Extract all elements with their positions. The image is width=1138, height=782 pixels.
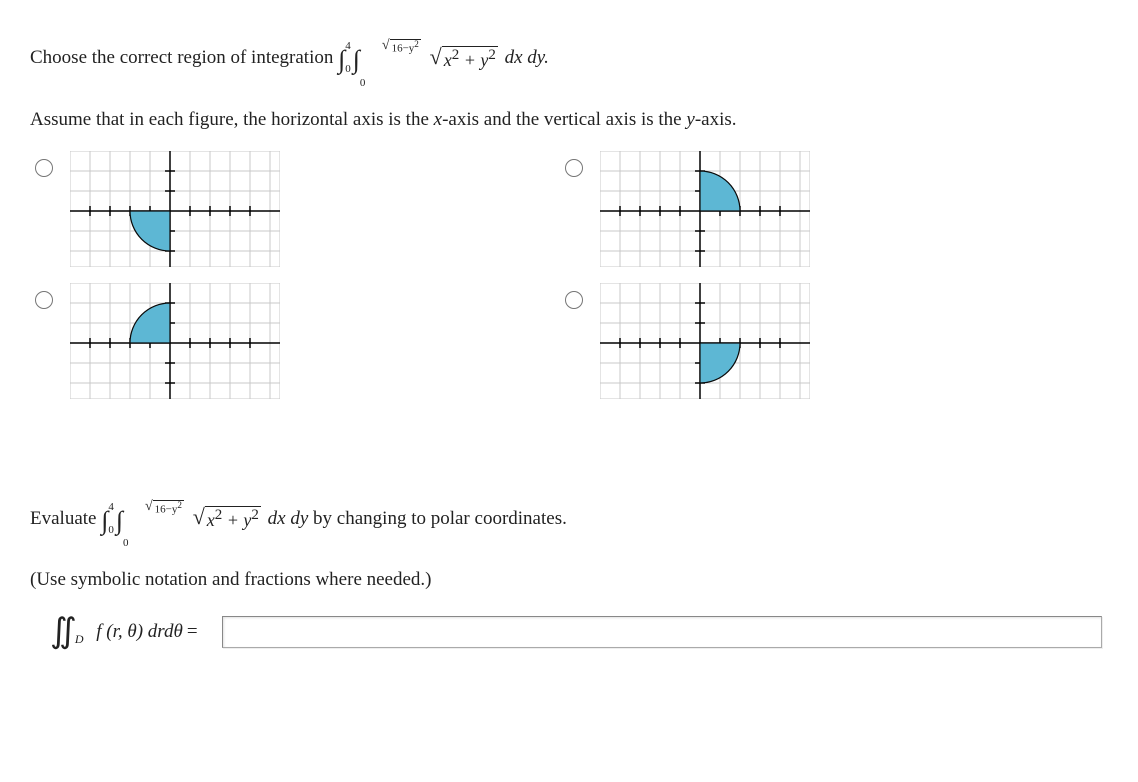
choice-D bbox=[560, 283, 1030, 399]
choices-grid bbox=[30, 151, 1030, 399]
radio-B[interactable] bbox=[565, 159, 583, 177]
region-shape bbox=[700, 343, 740, 383]
answer-input[interactable] bbox=[222, 616, 1102, 648]
radio-C[interactable] bbox=[35, 291, 53, 309]
choice-C bbox=[30, 283, 500, 399]
q2-integral: ∫ 40 ∫ √16−y2 0 √ x2 + y2 dx dy bbox=[101, 489, 308, 550]
question2-hint: (Use symbolic notation and fractions whe… bbox=[30, 569, 1108, 591]
answer-row: ∬ D f (r, θ) drdθ = bbox=[50, 615, 1108, 649]
question1-note: Assume that in each figure, the horizont… bbox=[30, 109, 1108, 131]
choice-B bbox=[560, 151, 1030, 267]
answer-lhs: ∬ D f (r, θ) drdθ = bbox=[50, 615, 198, 649]
figure-A bbox=[70, 151, 280, 267]
radio-D[interactable] bbox=[565, 291, 583, 309]
q1-integral: ∫ 40 ∫ √16−y2 0 √ x2 + y2 dx dy. bbox=[338, 28, 549, 89]
q1-prefix: Choose the correct region of integration bbox=[30, 47, 338, 69]
radio-A[interactable] bbox=[35, 159, 53, 177]
region-shape bbox=[130, 303, 170, 343]
region-shape bbox=[700, 171, 740, 211]
figure-D bbox=[600, 283, 810, 399]
question1-prompt: Choose the correct region of integration… bbox=[30, 28, 1108, 89]
figure-B bbox=[600, 151, 810, 267]
figure-C bbox=[70, 283, 280, 399]
region-shape bbox=[130, 211, 170, 251]
question2-prompt: Evaluate ∫ 40 ∫ √16−y2 0 √ x2 + y2 dx dy… bbox=[30, 489, 1108, 550]
choice-A bbox=[30, 151, 500, 267]
grid-lines bbox=[70, 151, 280, 267]
